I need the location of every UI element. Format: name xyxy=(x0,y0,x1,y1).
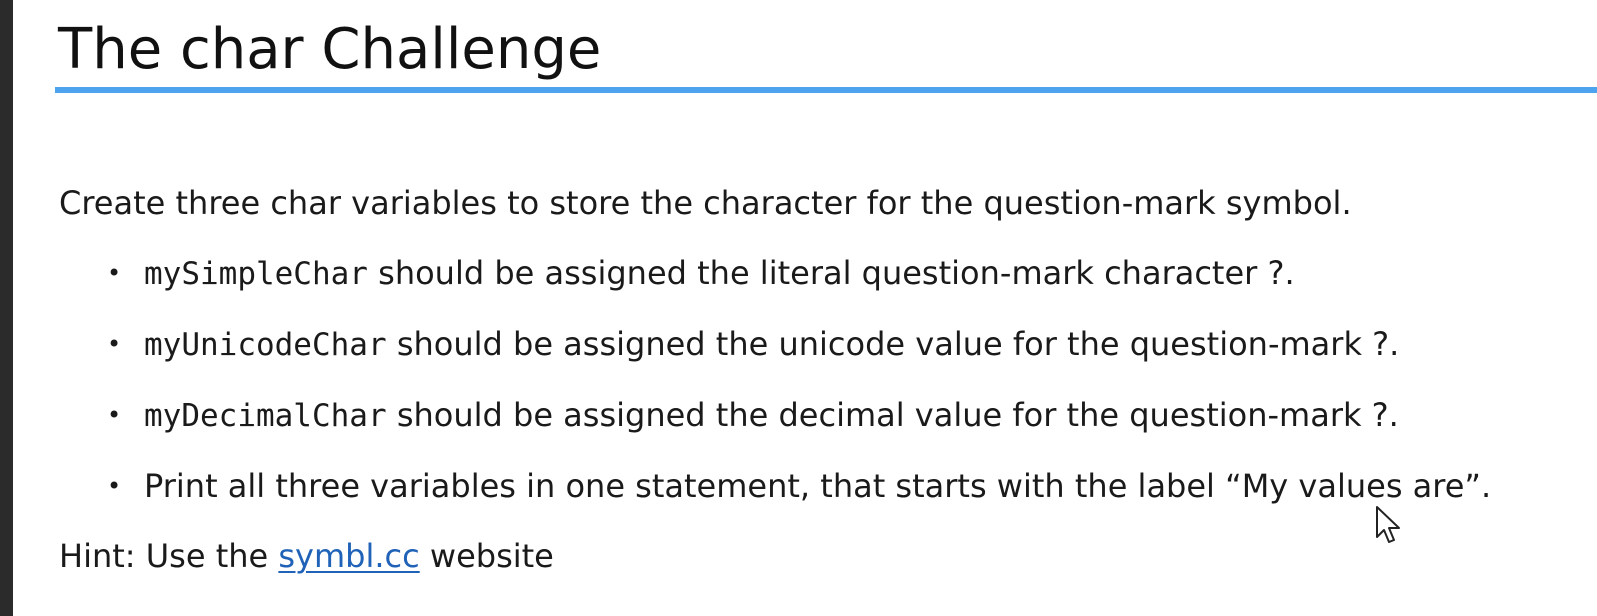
bullet-dot-icon: • xyxy=(107,472,122,500)
title-underline xyxy=(55,87,1597,93)
bullet-text: should be assigned the unicode value for… xyxy=(386,325,1400,363)
code-identifier: myUnicodeChar xyxy=(144,327,387,363)
list-item: • myDecimalChar should be assigned the de… xyxy=(59,390,1579,440)
hint-prefix: Hint: Use the xyxy=(59,537,279,575)
bullet-list: • mySimpleChar should be assigned the lit… xyxy=(59,248,1579,511)
list-item: • Print all three variables in one statem… xyxy=(59,461,1579,511)
bullet-text: should be assigned the literal question-… xyxy=(367,254,1295,292)
code-identifier: mySimpleChar xyxy=(144,256,368,292)
symbl-link[interactable]: symbl.cc xyxy=(278,537,419,575)
hint-suffix: website xyxy=(419,537,554,575)
bullet-text: Print all three variables in one stateme… xyxy=(144,467,1492,505)
hint-text: Hint: Use the symbl.cc website xyxy=(59,531,1579,581)
bullet-text: should be assigned the decimal value for… xyxy=(386,396,1399,434)
mouse-pointer-icon xyxy=(1376,506,1400,543)
list-item: • mySimpleChar should be assigned the lit… xyxy=(59,248,1579,298)
intro-text: Create three char variables to store the… xyxy=(59,184,1352,222)
bullet-dot-icon: • xyxy=(107,330,122,358)
list-item: • myUnicodeChar should be assigned the un… xyxy=(59,319,1579,369)
bullet-dot-icon: • xyxy=(107,401,122,429)
code-identifier: myDecimalChar xyxy=(144,398,387,434)
slide-title: The char Challenge xyxy=(58,17,602,82)
bullet-dot-icon: • xyxy=(107,259,122,287)
left-edge-bar xyxy=(0,0,13,616)
slide-body: Create three char variables to store the… xyxy=(59,178,1579,581)
